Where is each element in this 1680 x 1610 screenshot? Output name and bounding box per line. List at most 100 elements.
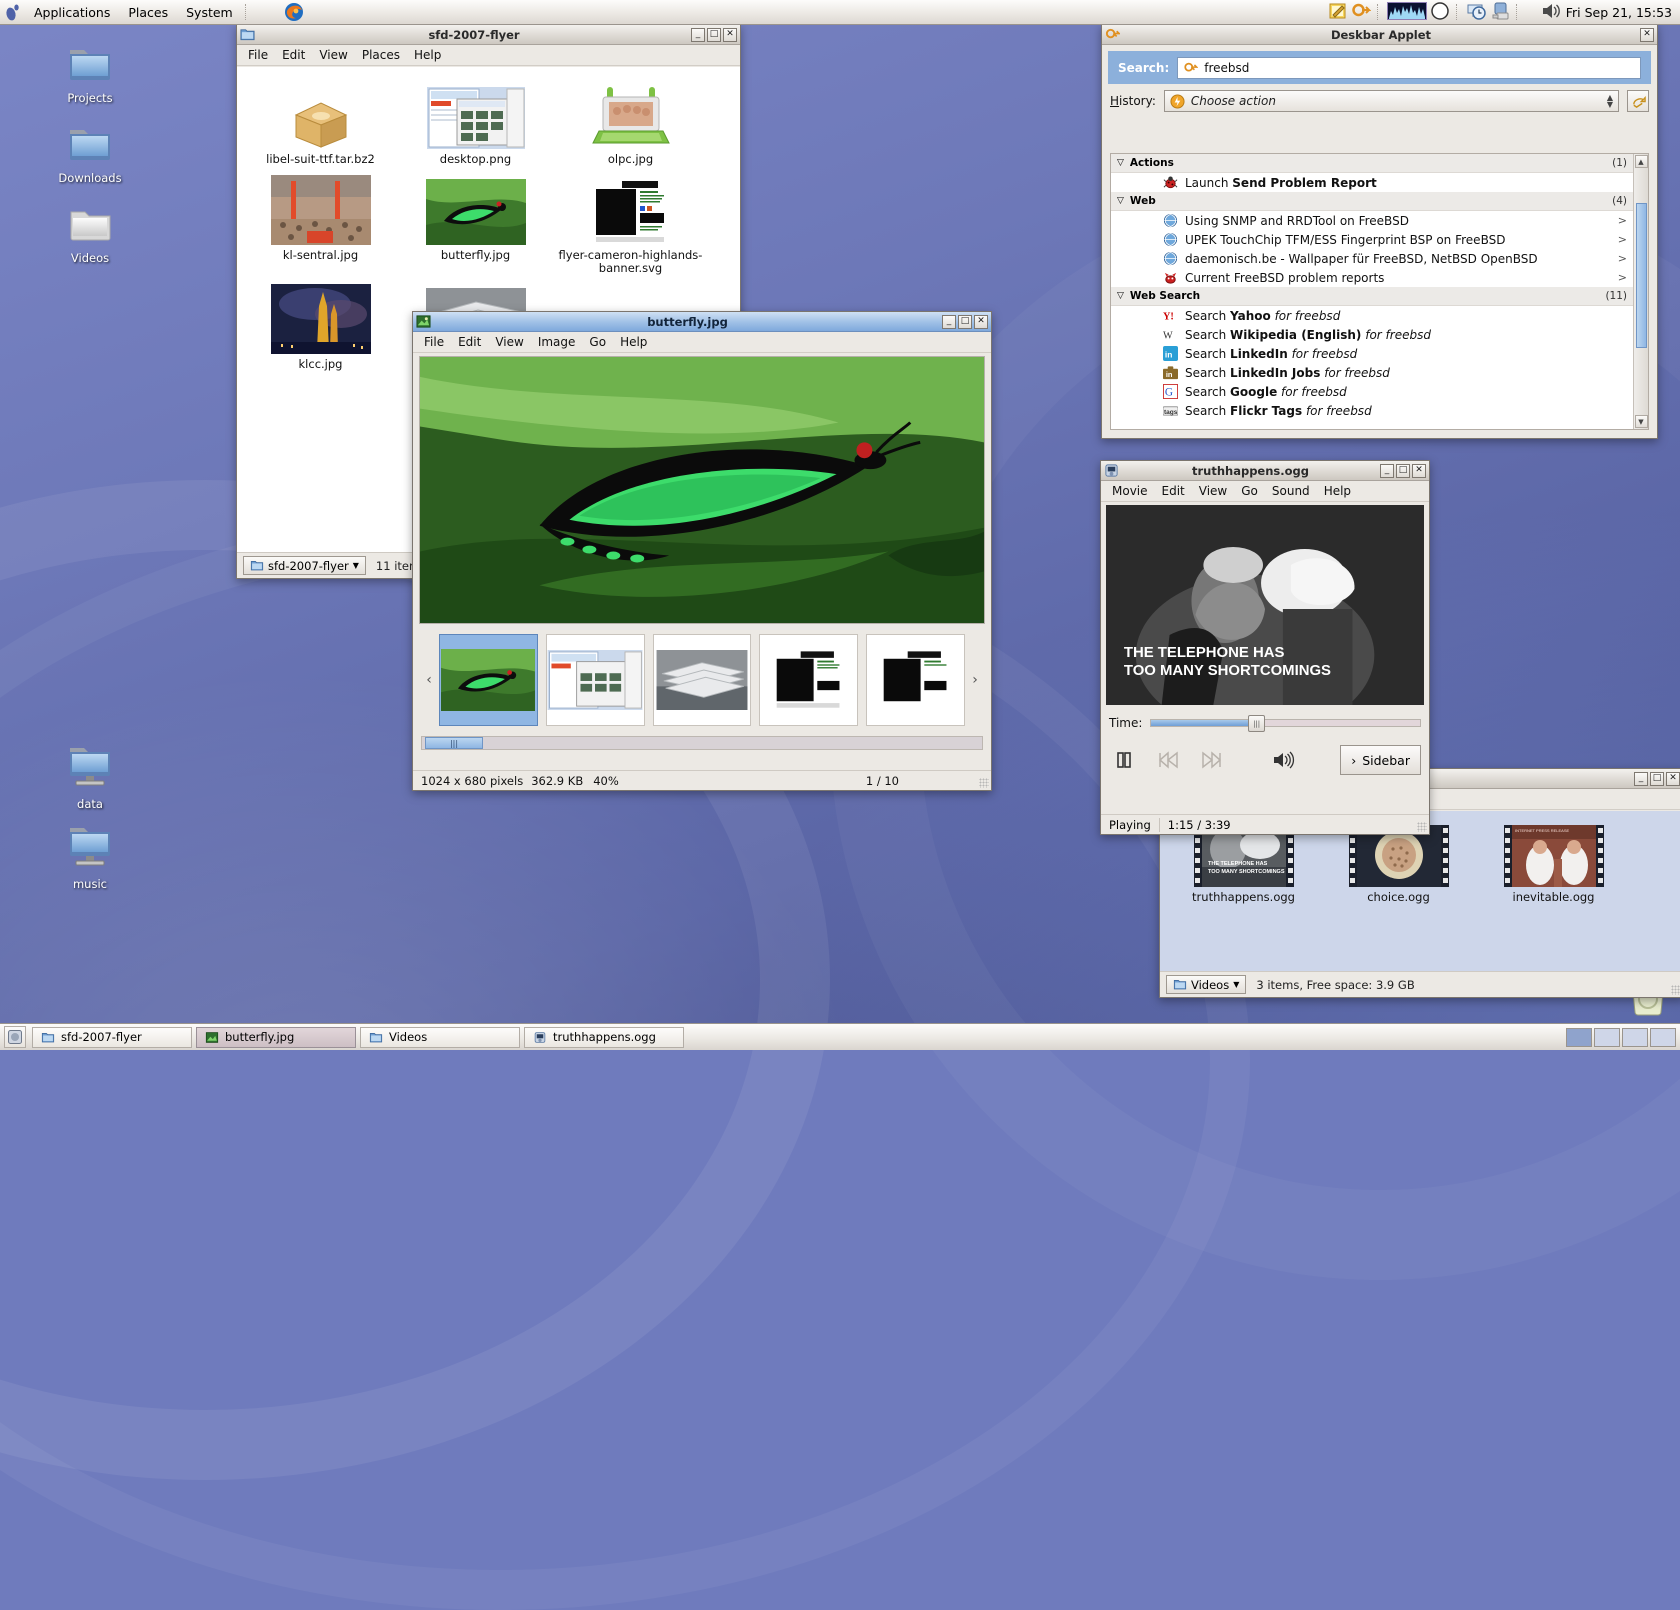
- desktop-icon-projects[interactable]: Projects: [45, 42, 135, 105]
- result-group-header[interactable]: ▽ Web (4): [1111, 192, 1633, 211]
- maximize-button[interactable]: □: [707, 28, 721, 42]
- expander-icon[interactable]: ▽: [1117, 158, 1124, 168]
- thumbnail-next-button[interactable]: ›: [965, 672, 985, 688]
- expander-icon[interactable]: ▽: [1117, 291, 1124, 301]
- menu-help[interactable]: Help: [613, 333, 654, 351]
- deskbar-window[interactable]: Deskbar Applet ✕ Search: freebsd HHistor…: [1101, 24, 1658, 439]
- result-row[interactable]: UPEK TouchChip TFM/ESS Fingerprint BSP o…: [1111, 230, 1633, 249]
- taskbar-item-videos[interactable]: Videos: [360, 1027, 520, 1048]
- taskbar-item-truthhappens[interactable]: truthhappens.ogg: [524, 1027, 684, 1048]
- minimize-button[interactable]: _: [691, 28, 705, 42]
- thumbnail-strip[interactable]: ‹: [419, 630, 985, 730]
- menu-edit[interactable]: Edit: [275, 46, 312, 64]
- file-item[interactable]: libel-suit-ttf.tar.bz2: [243, 77, 398, 173]
- scrollbar-thumb[interactable]: [1636, 203, 1647, 348]
- expander-icon[interactable]: ▽: [1117, 196, 1124, 206]
- submenu-arrow-icon[interactable]: >: [1618, 271, 1627, 284]
- clock-text[interactable]: Fri Sep 21, 15:53: [1566, 5, 1680, 20]
- image-viewer-window[interactable]: butterfly.jpg _ □ ✕ File Edit View Image…: [412, 311, 992, 791]
- menu-help[interactable]: Help: [1317, 482, 1358, 500]
- close-button[interactable]: ✕: [1666, 772, 1680, 786]
- result-row[interactable]: daemonisch.be - Wallpaper für FreeBSD, N…: [1111, 249, 1633, 268]
- battery-icon[interactable]: [1491, 1, 1513, 24]
- resize-grip[interactable]: [1671, 985, 1680, 995]
- resize-grip[interactable]: [1417, 822, 1427, 832]
- menu-sound[interactable]: Sound: [1265, 482, 1317, 500]
- result-row[interactable]: in Search LinkedIn for freebsd: [1111, 344, 1633, 363]
- taskbar-item-sfd-2007-flyer[interactable]: sfd-2007-flyer: [32, 1027, 192, 1048]
- result-row[interactable]: in Search LinkedIn Jobs for freebsd: [1111, 363, 1633, 382]
- menu-places[interactable]: Places: [120, 3, 176, 22]
- thumbnail-item[interactable]: [759, 634, 858, 726]
- menu-system[interactable]: System: [178, 3, 241, 22]
- result-row[interactable]: G Search Google for freebsd: [1111, 382, 1633, 401]
- desktop-icon-downloads[interactable]: Downloads: [45, 122, 135, 185]
- deskbar-applet-icon[interactable]: [1351, 1, 1371, 24]
- scroll-up-button[interactable]: ▲: [1635, 155, 1648, 168]
- thumbnail-item[interactable]: [866, 634, 965, 726]
- history-toggle-button[interactable]: [1627, 90, 1649, 112]
- minimize-button[interactable]: _: [942, 315, 956, 329]
- desktop-icon-videos[interactable]: Videos: [45, 202, 135, 265]
- menu-view[interactable]: View: [488, 333, 530, 351]
- volume-button[interactable]: [1269, 747, 1299, 773]
- volume-icon[interactable]: [1541, 2, 1561, 23]
- menu-image[interactable]: Image: [531, 333, 583, 351]
- thumbnail-item[interactable]: [653, 634, 752, 726]
- maximize-button[interactable]: □: [958, 315, 972, 329]
- show-desktop-icon[interactable]: [4, 1026, 26, 1048]
- submenu-arrow-icon[interactable]: >: [1618, 252, 1627, 265]
- scrollbar-thumb[interactable]: |||: [425, 737, 483, 749]
- gnome-foot-icon[interactable]: [3, 2, 23, 22]
- file-item[interactable]: klcc.jpg: [243, 282, 398, 378]
- submenu-arrow-icon[interactable]: >: [1618, 233, 1627, 246]
- sidebar-button[interactable]: › Sidebar: [1340, 745, 1421, 775]
- file-list[interactable]: THE TELEPHONE HAS TOO MANY SHORTCOMINGS …: [1160, 811, 1680, 971]
- system-monitor-icon[interactable]: [1387, 1, 1427, 24]
- path-button[interactable]: sfd-2007-flyer ▼: [243, 556, 366, 575]
- menu-edit[interactable]: Edit: [451, 333, 488, 351]
- minimize-button[interactable]: _: [1634, 772, 1648, 786]
- time-slider[interactable]: |||: [1150, 719, 1421, 727]
- taskbar-item-butterfly[interactable]: butterfly.jpg: [196, 1027, 356, 1048]
- menu-go[interactable]: Go: [582, 333, 613, 351]
- notes-applet-icon[interactable]: [1328, 1, 1348, 24]
- result-row[interactable]: tags Search Flickr Tags for freebsd: [1111, 401, 1633, 420]
- network-monitor-icon[interactable]: [1430, 1, 1450, 24]
- file-item[interactable]: INTERNET PRESS RELEASE: [1476, 815, 1631, 911]
- result-group-header[interactable]: ▽ Web Search (11): [1111, 287, 1633, 306]
- history-combobox[interactable]: Choose action ▲▼: [1164, 90, 1619, 112]
- titlebar[interactable]: butterfly.jpg _ □ ✕: [413, 312, 991, 332]
- menu-file[interactable]: File: [241, 46, 275, 64]
- maximize-button[interactable]: □: [1396, 464, 1410, 478]
- results-scrollbar[interactable]: ▲ ▼: [1633, 154, 1648, 429]
- titlebar[interactable]: sfd-2007-flyer _ □ ✕: [237, 25, 740, 45]
- file-item[interactable]: flyer-cameron-highlands-banner.svg: [553, 173, 708, 282]
- file-item[interactable]: kl-sentral.jpg: [243, 173, 398, 282]
- workspace-switcher[interactable]: [1566, 1028, 1676, 1047]
- firefox-icon[interactable]: [282, 1, 306, 23]
- result-row[interactable]: W Search Wikipedia (English) for freebsd: [1111, 325, 1633, 344]
- thumbnail-item[interactable]: [439, 634, 538, 726]
- menu-view[interactable]: View: [1192, 482, 1234, 500]
- workspace-4[interactable]: [1650, 1028, 1676, 1047]
- file-item[interactable]: butterfly.jpg: [398, 173, 553, 282]
- minimize-button[interactable]: _: [1380, 464, 1394, 478]
- menu-movie[interactable]: Movie: [1105, 482, 1155, 500]
- desktop-icon-data[interactable]: data: [45, 742, 135, 811]
- menu-file[interactable]: File: [417, 333, 451, 351]
- menu-view[interactable]: View: [312, 46, 354, 64]
- horizontal-scrollbar[interactable]: |||: [421, 736, 983, 750]
- titlebar[interactable]: Deskbar Applet ✕: [1102, 25, 1657, 45]
- resize-grip[interactable]: [979, 778, 989, 788]
- close-button[interactable]: ✕: [1640, 28, 1654, 42]
- file-item[interactable]: olpc.jpg: [553, 77, 708, 173]
- close-button[interactable]: ✕: [974, 315, 988, 329]
- workspace-3[interactable]: [1622, 1028, 1648, 1047]
- path-button[interactable]: Videos ▼: [1166, 975, 1246, 994]
- result-row[interactable]: Launch Send Problem Report: [1111, 173, 1633, 192]
- result-row[interactable]: Current FreeBSD problem reports >: [1111, 268, 1633, 287]
- submenu-arrow-icon[interactable]: >: [1618, 214, 1627, 227]
- menu-places[interactable]: Places: [355, 46, 407, 64]
- movie-player-window[interactable]: truthhappens.ogg _ □ ✕ Movie Edit View G…: [1100, 460, 1430, 835]
